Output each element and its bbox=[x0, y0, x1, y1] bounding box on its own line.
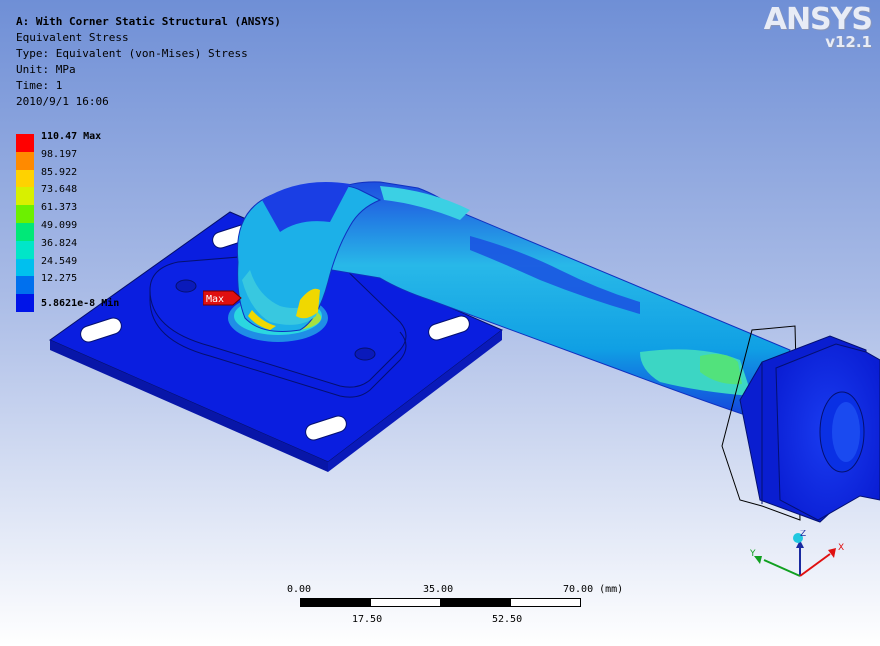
legend-label: 24.549 bbox=[41, 255, 78, 267]
legend-swatch bbox=[16, 151, 34, 170]
legend-label: 110.47 Max bbox=[41, 131, 102, 142]
legend-swatch bbox=[16, 205, 34, 224]
legend-swatch bbox=[16, 276, 34, 295]
legend-swatch bbox=[16, 134, 34, 152]
legend-swatch bbox=[16, 294, 34, 313]
z-label: Z bbox=[800, 530, 806, 539]
legend-swatch bbox=[16, 240, 34, 259]
legend-label: 73.648 bbox=[41, 184, 78, 196]
y-axis bbox=[763, 559, 801, 577]
max-probe-label: Max bbox=[203, 290, 242, 306]
legend-label: 5.8621e-8 Min bbox=[41, 298, 120, 310]
legend-label: 36.824 bbox=[41, 237, 78, 249]
legend-swatch bbox=[16, 169, 34, 188]
legend-swatch bbox=[16, 258, 34, 277]
legend-label: 98.197 bbox=[41, 148, 78, 160]
legend-swatch bbox=[16, 187, 34, 206]
y-label: Y bbox=[749, 549, 756, 559]
max-probe-text: Max bbox=[206, 294, 224, 305]
hex-nut bbox=[721, 325, 880, 523]
x-axis bbox=[799, 553, 831, 577]
x-label: X bbox=[838, 543, 844, 553]
legend-label: 12.275 bbox=[41, 273, 78, 285]
coordinate-triad[interactable]: Z Y X bbox=[740, 530, 860, 590]
legend-label: 85.922 bbox=[41, 166, 78, 178]
legend-label: 49.099 bbox=[41, 220, 78, 231]
legend-swatch bbox=[16, 223, 34, 241]
legend-label: 61.373 bbox=[41, 202, 78, 214]
